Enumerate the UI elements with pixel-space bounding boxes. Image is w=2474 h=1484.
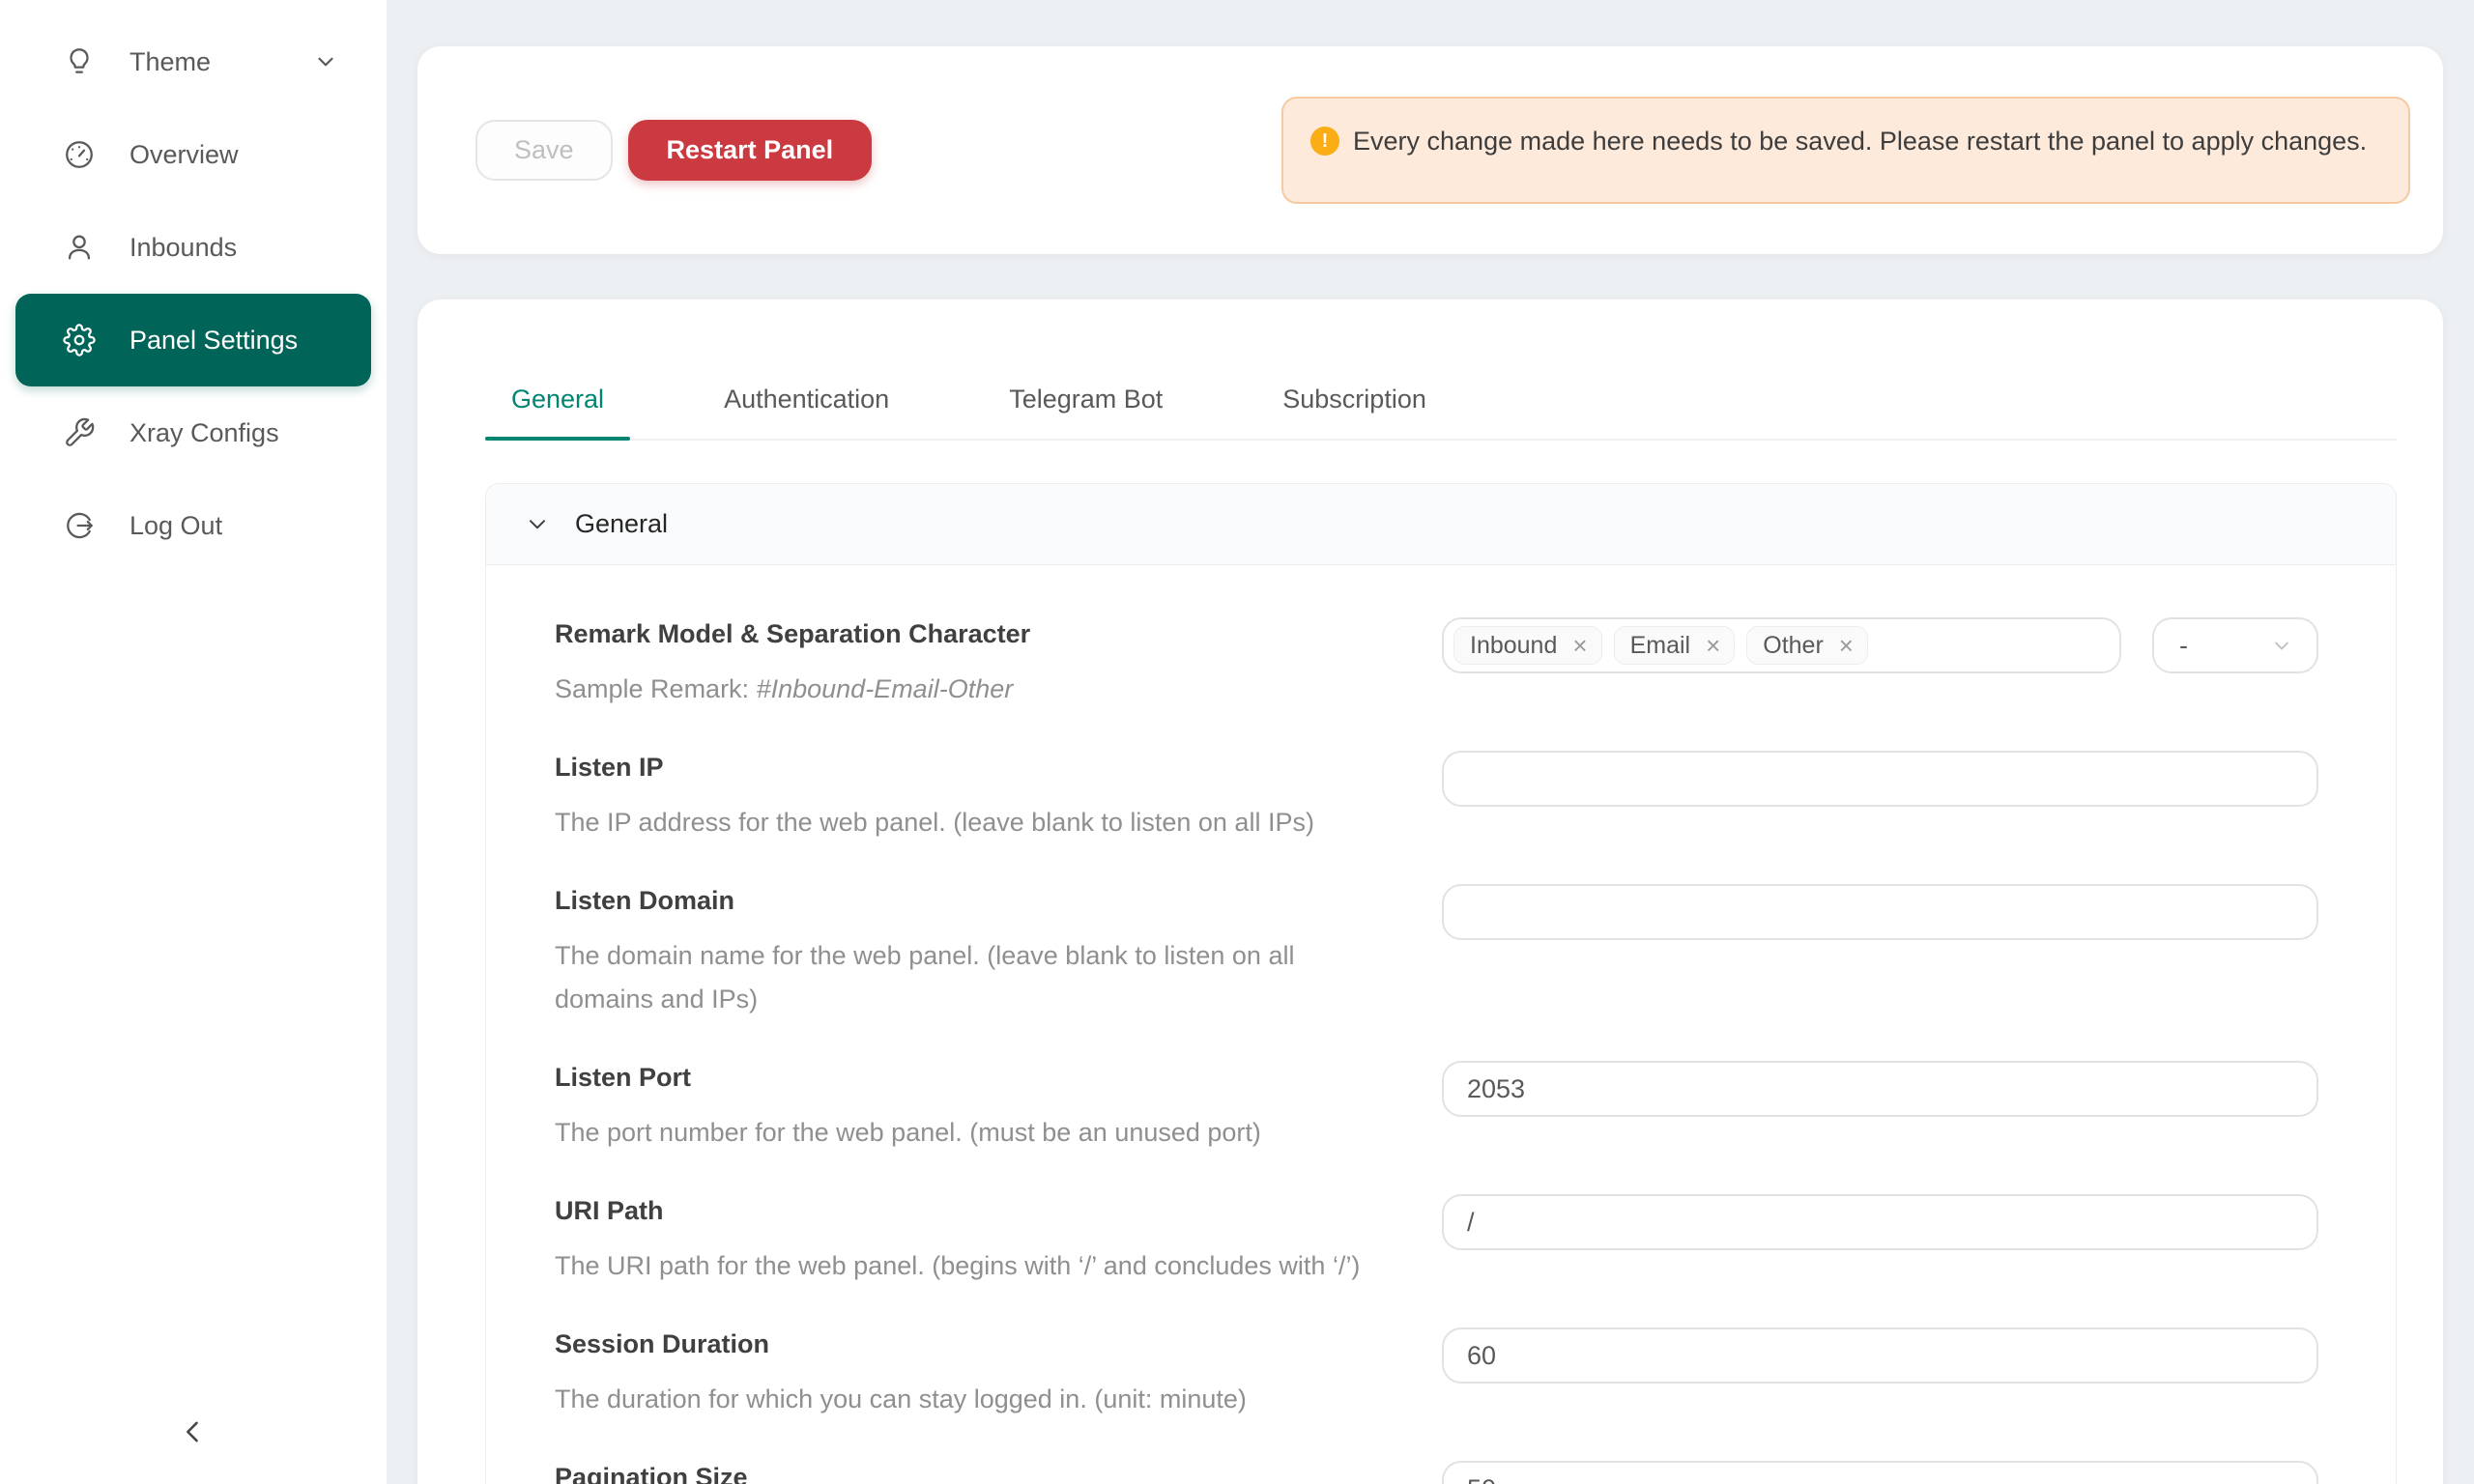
logout-icon (62, 508, 97, 543)
settings-card: General Authentication Telegram Bot Subs… (417, 300, 2443, 1484)
remove-tag-icon[interactable]: × (1698, 633, 1728, 658)
lightbulb-icon (62, 44, 97, 79)
main-content: Save Restart Panel ! Every change made h… (387, 0, 2474, 1484)
tag-email: Email × (1614, 626, 1736, 665)
gauge-icon (62, 137, 97, 172)
settings-tabs: General Authentication Telegram Bot Subs… (485, 383, 2397, 441)
general-section-body: Remark Model & Separation Character Samp… (486, 565, 2396, 1484)
wrench-icon (62, 415, 97, 450)
pagination-size-input[interactable] (1442, 1461, 2318, 1484)
field-label: Session Duration (555, 1327, 1384, 1360)
alert-text: Every change made here needs to be saved… (1353, 121, 2367, 161)
chevron-down-icon (525, 512, 550, 537)
gear-icon (62, 323, 97, 357)
save-button[interactable]: Save (475, 120, 613, 181)
field-label: Listen IP (555, 751, 1384, 784)
sidebar-item-label: Theme (129, 47, 211, 77)
field-row-remark-model: Remark Model & Separation Character Samp… (555, 617, 2318, 711)
sidebar-item-panel-settings[interactable]: Panel Settings (15, 294, 371, 386)
sidebar-item-xray-configs[interactable]: Xray Configs (15, 386, 371, 479)
sidebar-item-inbounds[interactable]: Inbounds (15, 201, 371, 294)
sidebar-item-label: Panel Settings (129, 326, 298, 356)
panel-settings-page: Theme Overview (0, 0, 2474, 1484)
tag-other: Other × (1746, 626, 1868, 665)
field-row-pagination-size: Pagination Size (555, 1461, 2318, 1484)
field-description: The domain name for the web panel. (leav… (555, 934, 1384, 1021)
field-description: The port number for the web panel. (must… (555, 1111, 1384, 1155)
remark-model-tag-select[interactable]: Inbound × Email × Other (1442, 617, 2121, 673)
sidebar: Theme Overview (0, 0, 387, 1484)
listen-domain-input[interactable] (1442, 884, 2318, 940)
chevron-down-icon (313, 49, 338, 74)
tab-subscription[interactable]: Subscription (1256, 383, 1453, 439)
field-label: Remark Model & Separation Character (555, 617, 1384, 650)
sidebar-item-label: Overview (129, 140, 239, 170)
field-description: The IP address for the web panel. (leave… (555, 801, 1384, 844)
chevron-left-icon (177, 1415, 210, 1448)
warning-icon: ! (1310, 127, 1339, 156)
session-duration-input[interactable] (1442, 1327, 2318, 1384)
field-row-listen-domain: Listen Domain The domain name for the we… (555, 884, 2318, 1021)
field-description: The URI path for the web panel. (begins … (555, 1244, 1384, 1288)
field-row-uri-path: URI Path The URI path for the web panel.… (555, 1194, 2318, 1288)
toolbar-card: Save Restart Panel ! Every change made h… (417, 46, 2443, 254)
chevron-down-icon (2270, 634, 2293, 657)
listen-port-input[interactable] (1442, 1061, 2318, 1117)
separation-character-select[interactable]: - (2152, 617, 2318, 673)
user-icon (62, 230, 97, 265)
tab-authentication[interactable]: Authentication (698, 383, 915, 439)
field-label: Listen Domain (555, 884, 1384, 917)
tag-inbound: Inbound × (1453, 626, 1602, 665)
sidebar-collapse-button[interactable] (166, 1405, 220, 1459)
section-title: General (575, 509, 668, 539)
sidebar-item-overview[interactable]: Overview (15, 108, 371, 201)
field-label: Pagination Size (555, 1461, 1384, 1484)
remove-tag-icon[interactable]: × (1565, 633, 1595, 658)
field-label: Listen Port (555, 1061, 1384, 1094)
restart-panel-button[interactable]: Restart Panel (628, 120, 873, 181)
sidebar-item-label: Inbounds (129, 233, 237, 263)
restart-warning-alert: ! Every change made here needs to be sav… (1281, 97, 2410, 204)
sidebar-item-label: Xray Configs (129, 418, 279, 448)
field-description: Sample Remark: #Inbound-Email-Other (555, 668, 1384, 711)
sidebar-item-theme[interactable]: Theme (15, 15, 371, 108)
field-row-listen-port: Listen Port The port number for the web … (555, 1061, 2318, 1155)
sidebar-item-log-out[interactable]: Log Out (15, 479, 371, 572)
tab-general[interactable]: General (485, 383, 630, 439)
tab-telegram-bot[interactable]: Telegram Bot (983, 383, 1189, 439)
sidebar-item-label: Log Out (129, 511, 222, 541)
field-label: URI Path (555, 1194, 1384, 1227)
field-row-listen-ip: Listen IP The IP address for the web pan… (555, 751, 2318, 844)
general-section-header[interactable]: General (486, 484, 2396, 565)
listen-ip-input[interactable] (1442, 751, 2318, 807)
field-row-session-duration: Session Duration The duration for which … (555, 1327, 2318, 1421)
remove-tag-icon[interactable]: × (1831, 633, 1861, 658)
general-section: General Remark Model & Separation Charac… (485, 483, 2397, 1484)
uri-path-input[interactable] (1442, 1194, 2318, 1250)
field-description: The duration for which you can stay logg… (555, 1378, 1384, 1421)
